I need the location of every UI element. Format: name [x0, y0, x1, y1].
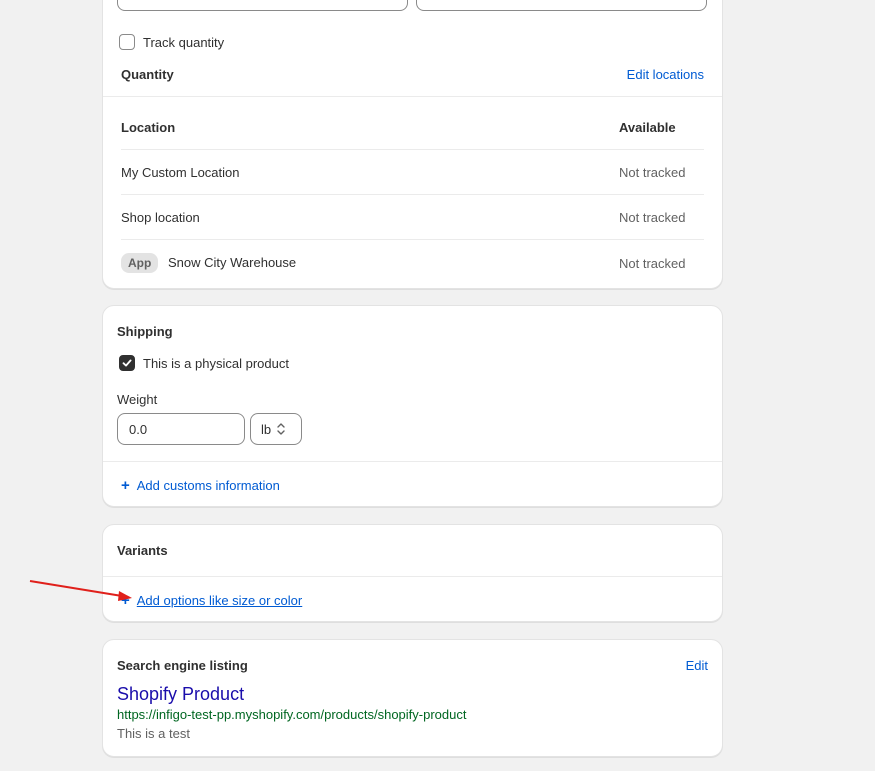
shipping-card: Shipping This is a physical product Weig…	[102, 305, 723, 507]
divider	[103, 576, 722, 577]
available-value: Not tracked	[619, 165, 686, 180]
divider	[103, 461, 722, 462]
available-value: Not tracked	[619, 210, 686, 225]
weight-input[interactable]	[117, 413, 245, 445]
divider	[121, 194, 704, 195]
available-value: Not tracked	[619, 256, 686, 271]
divider	[121, 149, 704, 150]
plus-icon: +	[121, 477, 130, 494]
seo-heading: Search engine listing	[117, 658, 248, 673]
variants-heading: Variants	[117, 543, 168, 558]
seo-card: Search engine listing Edit Shopify Produ…	[102, 639, 723, 757]
divider	[103, 96, 722, 97]
barcode-input[interactable]	[416, 0, 707, 11]
track-quantity-checkbox[interactable]	[119, 34, 135, 50]
weight-label: Weight	[117, 392, 158, 407]
inventory-card: Track quantity Quantity Edit locations L…	[102, 0, 723, 289]
seo-edit-link[interactable]: Edit	[686, 658, 708, 673]
available-column-header: Available	[619, 120, 676, 135]
add-customs-info-label: Add customs information	[136, 478, 280, 493]
weight-unit-select[interactable]: lb	[250, 413, 302, 445]
location-name: Shop location	[121, 210, 200, 225]
seo-url: https://infigo-test-pp.myshopify.com/pro…	[117, 707, 467, 722]
shipping-heading: Shipping	[117, 324, 173, 339]
add-options-label: Add options like size or color	[136, 593, 303, 608]
add-options-button[interactable]: + Add options like size or color	[121, 593, 302, 608]
add-customs-info-button[interactable]: + Add customs information	[121, 478, 280, 493]
weight-unit-value: lb	[261, 421, 272, 437]
app-badge: App	[121, 253, 159, 273]
location-name: My Custom Location	[121, 165, 240, 180]
variants-card: Variants + Add options like size or colo…	[102, 524, 723, 622]
physical-product-label: This is a physical product	[143, 356, 289, 371]
divider	[121, 239, 704, 240]
plus-icon: +	[121, 592, 130, 609]
physical-product-checkbox[interactable]	[119, 355, 135, 371]
seo-title: Shopify Product	[117, 684, 245, 704]
location-name: Snow City Warehouse	[168, 255, 297, 270]
track-quantity-label: Track quantity	[143, 35, 225, 50]
sku-input[interactable]	[117, 0, 408, 11]
checkmark-icon	[122, 359, 132, 367]
quantity-heading: Quantity	[121, 67, 174, 82]
select-chevron-icon	[277, 423, 285, 435]
edit-locations-link[interactable]: Edit locations	[627, 67, 704, 82]
seo-description: This is a test	[117, 726, 190, 741]
location-column-header: Location	[121, 120, 176, 135]
